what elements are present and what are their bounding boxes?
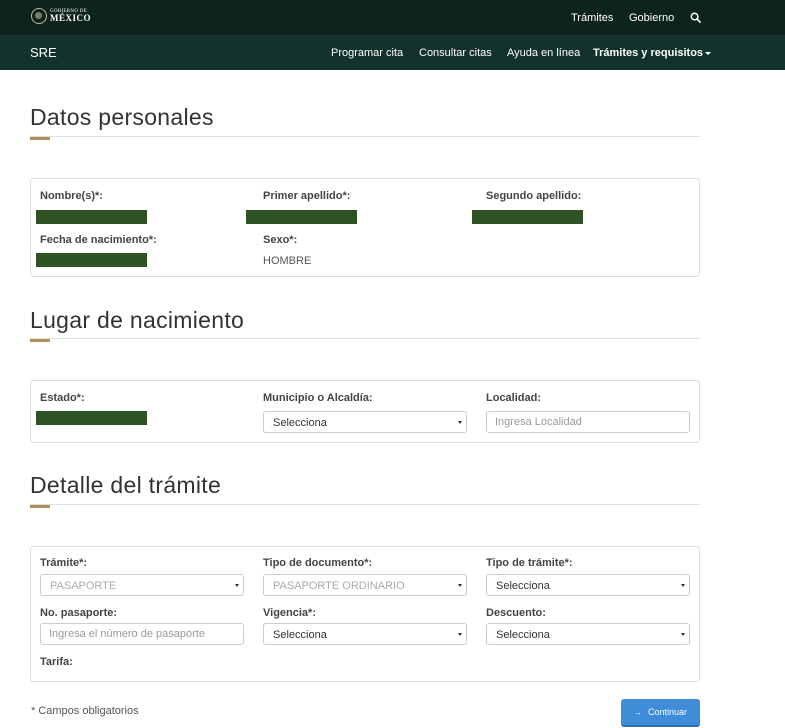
gobierno-de-mexico-logo[interactable]: GOBIERNO DE MÉXICO [31, 8, 91, 24]
section-title-lugar-de-nacimiento: Lugar de nacimiento [30, 307, 245, 333]
top-bar: GOBIERNO DE MÉXICO Trámites Gobierno [0, 0, 785, 35]
nav-ayuda-en-linea[interactable]: Ayuda en línea [507, 47, 580, 59]
tipo-tramite-label: Tipo de trámite*: [486, 557, 573, 569]
no-pasaporte-label: No. pasaporte: [40, 607, 118, 619]
chevron-down-icon [458, 633, 462, 636]
vigencia-select-value: Selecciona [273, 629, 327, 641]
estado-redacted-value [36, 411, 147, 425]
mexico-seal-icon [31, 8, 47, 24]
vigencia-label: Vigencia*: [263, 607, 316, 619]
nav-programar-cita[interactable]: Programar cita [331, 47, 403, 59]
nav-tramites-label: Trámites y requisitos [593, 47, 704, 59]
top-link-gobierno[interactable]: Gobierno [629, 12, 674, 24]
continue-button[interactable]: → Continuar [621, 699, 700, 727]
caret-down-icon [705, 51, 712, 55]
chevron-down-icon [458, 421, 462, 424]
primer-apellido-redacted-value [246, 210, 357, 224]
municipio-label: Municipio o Alcaldía: [263, 392, 373, 404]
descuento-select[interactable]: Selecciona [486, 623, 690, 645]
procedure-panel: Trámite*: Tipo de documento*: Tipo de tr… [30, 546, 700, 682]
municipio-select-value: Selecciona [273, 417, 327, 429]
tramite-select[interactable]: PASAPORTE [40, 574, 244, 596]
tipo-documento-select-value: PASAPORTE ORDINARIO [273, 580, 405, 592]
top-link-tramites[interactable]: Trámites [571, 12, 613, 24]
logo-line-2: MÉXICO [50, 13, 91, 23]
primer-apellido-label: Primer apellido*: [263, 190, 351, 202]
tramite-select-value: PASAPORTE [50, 580, 117, 592]
tramite-label: Trámite*: [40, 557, 88, 569]
estado-label: Estado*: [40, 392, 85, 404]
vigencia-select[interactable]: Selecciona [263, 623, 467, 645]
chevron-down-icon [235, 584, 239, 587]
arrow-right-icon: → [633, 707, 642, 717]
chevron-down-icon [458, 584, 462, 587]
birthplace-panel: Estado*: Municipio o Alcaldía: Localidad… [30, 380, 700, 443]
descuento-select-value: Selecciona [496, 629, 550, 641]
logo-text: GOBIERNO DE MÉXICO [50, 9, 91, 23]
personal-data-panel: Nombre(s)*: Primer apellido*: Segundo ap… [30, 178, 700, 277]
segundo-apellido-redacted-value [472, 210, 583, 224]
section-divider [30, 504, 700, 505]
chevron-down-icon [681, 633, 685, 636]
section-divider [30, 338, 700, 339]
section-title-datos-personales: Datos personales [30, 104, 214, 130]
section-accent-bar [30, 137, 50, 140]
search-icon[interactable] [690, 12, 701, 23]
segundo-apellido-label: Segundo apellido: [486, 190, 582, 202]
section-accent-bar [30, 505, 50, 508]
nombre-label: Nombre(s)*: [40, 190, 103, 202]
chevron-down-icon [681, 584, 685, 587]
section-title-detalle-del-tramite: Detalle del trámite [30, 472, 222, 498]
continue-button-label: Continuar [647, 707, 688, 717]
brand-sre[interactable]: SRE [30, 45, 57, 60]
required-fields-note: * Campos obligatorios [31, 705, 139, 717]
sexo-label: Sexo*: [263, 234, 298, 246]
fecha-nacimiento-label: Fecha de nacimiento*: [40, 234, 157, 246]
no-pasaporte-input[interactable]: Ingresa el número de pasaporte [40, 623, 244, 645]
sexo-value: HOMBRE [263, 255, 312, 267]
sub-navigation-bar: SRE Programar cita Consultar citas Ayuda… [0, 35, 785, 70]
tipo-documento-select[interactable]: PASAPORTE ORDINARIO [263, 574, 467, 596]
descuento-label: Descuento: [486, 607, 546, 619]
nombre-redacted-value [36, 210, 147, 224]
section-accent-bar [30, 339, 50, 342]
section-divider [30, 136, 700, 137]
nav-consultar-citas[interactable]: Consultar citas [419, 47, 492, 59]
fecha-nacimiento-redacted-value [36, 253, 147, 267]
localidad-label: Localidad: [486, 392, 542, 404]
tarifa-label: Tarifa: [40, 656, 73, 668]
tipo-tramite-select-value: Selecciona [496, 580, 550, 592]
tipo-tramite-select[interactable]: Selecciona [486, 574, 690, 596]
municipio-select[interactable]: Selecciona [263, 411, 467, 433]
tipo-documento-label: Tipo de documento*: [263, 557, 373, 569]
localidad-input[interactable]: Ingresa Localidad [486, 411, 690, 433]
nav-tramites-y-requisitos[interactable]: Trámites y requisitos [593, 47, 712, 59]
